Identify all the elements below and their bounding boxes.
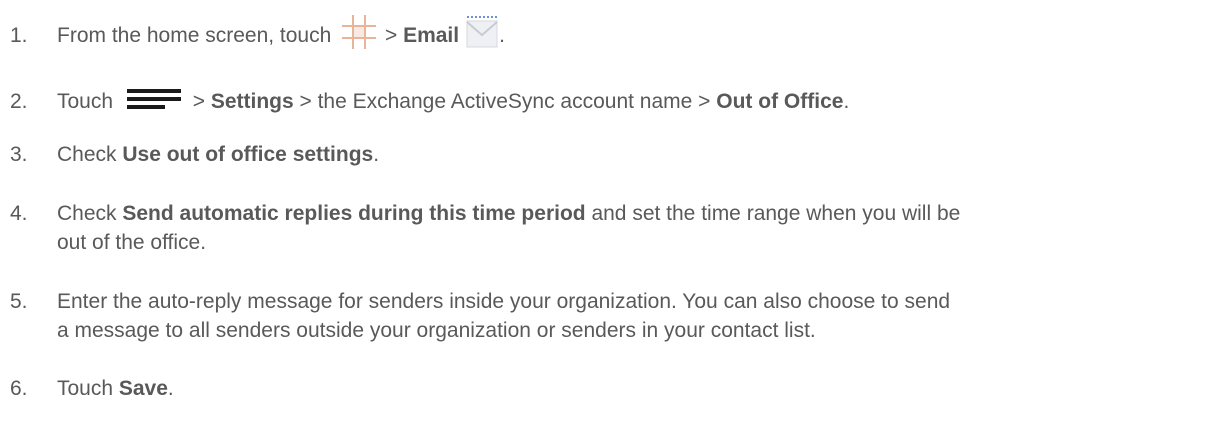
step-text-segment: Check [57,143,123,166]
save-label: Save [118,377,168,400]
step-text: Touch > Settings > the Exchange ActiveSy… [57,87,1207,116]
step-number: 4. [10,202,28,225]
step-text-segment: Enter the auto-reply message for senders… [57,290,951,313]
instruction-list: 1. From the home screen, touch > Email .… [0,0,1215,433]
step-text-segment: > [186,90,211,113]
step-text: Check Send automatic replies during this… [57,199,1207,257]
step-text-segment: a message to all senders outside your or… [57,319,816,342]
step-text: Check Use out of office settings. [57,140,1207,169]
step-number: 3. [10,143,28,166]
step-text-segment: > [379,24,404,47]
step-text: From the home screen, touch > Email . [57,15,1207,50]
menu-icon [125,87,183,111]
step-text-segment: > the Exchange ActiveSync account name > [293,90,717,113]
use-out-of-office-settings-label: Use out of office settings [122,143,374,166]
step-text-segment: Touch [57,90,119,113]
step-number: 5. [10,290,28,313]
step-text: Touch Save. [57,374,1207,403]
step-text-segment: . [373,143,380,166]
settings-label: Settings [210,90,294,113]
step-text-segment: and set the time range when you will be [585,202,961,225]
step-text-segment: out of the office. [57,231,207,254]
step-number: 2. [10,90,28,113]
step-text-segment: . [167,377,174,400]
step-number: 6. [10,377,28,400]
step-text-segment: From the home screen, touch [57,24,338,47]
email-envelope-icon [465,13,499,49]
apps-grid-icon [341,14,377,50]
step-text-segment: . [843,90,850,113]
send-automatic-replies-label: Send automatic replies during this time … [122,202,586,225]
step-text: Enter the auto-reply message for senders… [57,287,1207,345]
step-text-segment: . [499,24,505,47]
out-of-office-label: Out of Office [716,90,844,113]
step-number: 1. [10,24,28,47]
email-label: Email [403,24,460,47]
step-text-segment: Touch [57,377,119,400]
step-text-segment: Check [57,202,123,225]
